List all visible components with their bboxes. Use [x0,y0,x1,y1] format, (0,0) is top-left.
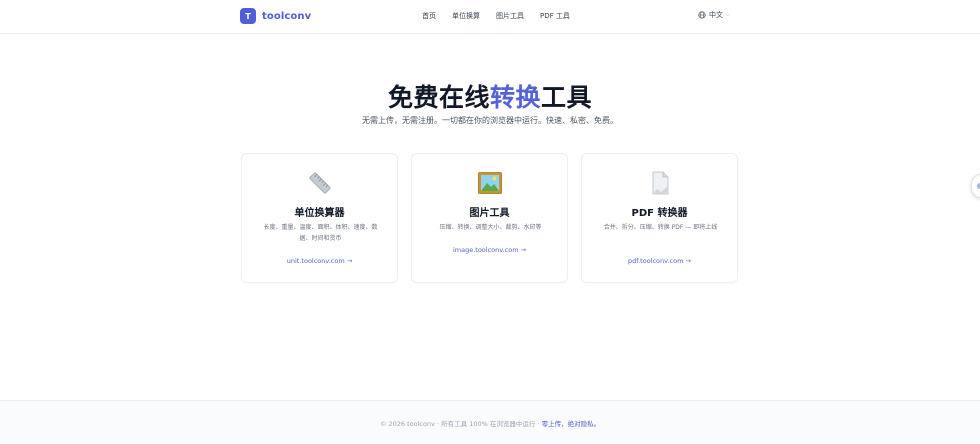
footer-copyright: © 2026 toolconv · 所有工具 100% 在浏览器中运行 · [379,420,542,428]
floating-widget-button[interactable] [971,174,980,198]
logo-icon: T [240,8,256,24]
page-title: 免费在线转换工具 [0,78,980,114]
logo-link[interactable]: T toolconv [240,7,311,25]
card-title: 图片工具 [469,208,510,219]
card-link[interactable]: image.toolconv.com → [412,246,567,254]
site-header: T toolconv 首页 单位换算 图片工具 PDF 工具 中文 ⌵ [0,0,980,34]
title-part-1: 免费在线 [387,83,490,112]
nav-unit-converter[interactable]: 单位换算 [452,11,480,21]
nav-image-tools[interactable]: 图片工具 [496,11,524,21]
page-subtitle: 无需上传，无需注册。一切都在你的浏览器中运行。快速、私密、免费。 [362,116,618,125]
footer-privacy-note: 零上传，绝对隐私。 [541,420,601,428]
document-icon [582,170,737,196]
card-link[interactable]: unit.toolconv.com → [242,257,397,265]
title-accent: 转换 [489,83,541,112]
framed-picture-icon [412,170,567,196]
site-footer: © 2026 toolconv · 所有工具 100% 在浏览器中运行 · 零上… [0,400,980,444]
tool-card-image[interactable]: 图片工具 压缩、转换、调整大小、裁剪、水印等 image.toolconv.co… [411,153,568,283]
ruler-icon [242,170,397,196]
card-description: 长度、重量、温度、面积、体积、速度、数据、时间和货币 [263,224,378,242]
card-description: 合并、拆分、压缩、转换 PDF — 即将上线 [603,224,718,231]
card-description: 压缩、转换、调整大小、裁剪、水印等 [439,224,542,231]
title-part-2: 工具 [541,83,593,112]
footer-text: © 2026 toolconv · 所有工具 100% 在浏览器中运行 · 零上… [0,418,980,428]
language-selector[interactable]: 中文 ⌵ [698,10,730,20]
card-link[interactable]: pdf.toolconv.com → [582,257,737,265]
card-title: 单位换算器 [294,208,345,219]
tool-card-pdf[interactable]: PDF 转换器 合并、拆分、压缩、转换 PDF — 即将上线 pdf.toolc… [581,153,738,283]
language-label: 中文 [709,11,723,19]
logo-text: toolconv [262,10,312,22]
card-title: PDF 转换器 [631,208,688,219]
globe-icon [698,11,706,19]
nav-home[interactable]: 首页 [422,11,436,21]
tool-card-unit[interactable]: 单位换算器 长度、重量、温度、面积、体积、速度、数据、时间和货币 unit.to… [241,153,398,283]
chevron-down-icon: ⌵ [726,12,730,18]
nav-pdf-tools[interactable]: PDF 工具 [540,11,570,21]
main-nav: 首页 单位换算 图片工具 PDF 工具 [422,11,570,21]
